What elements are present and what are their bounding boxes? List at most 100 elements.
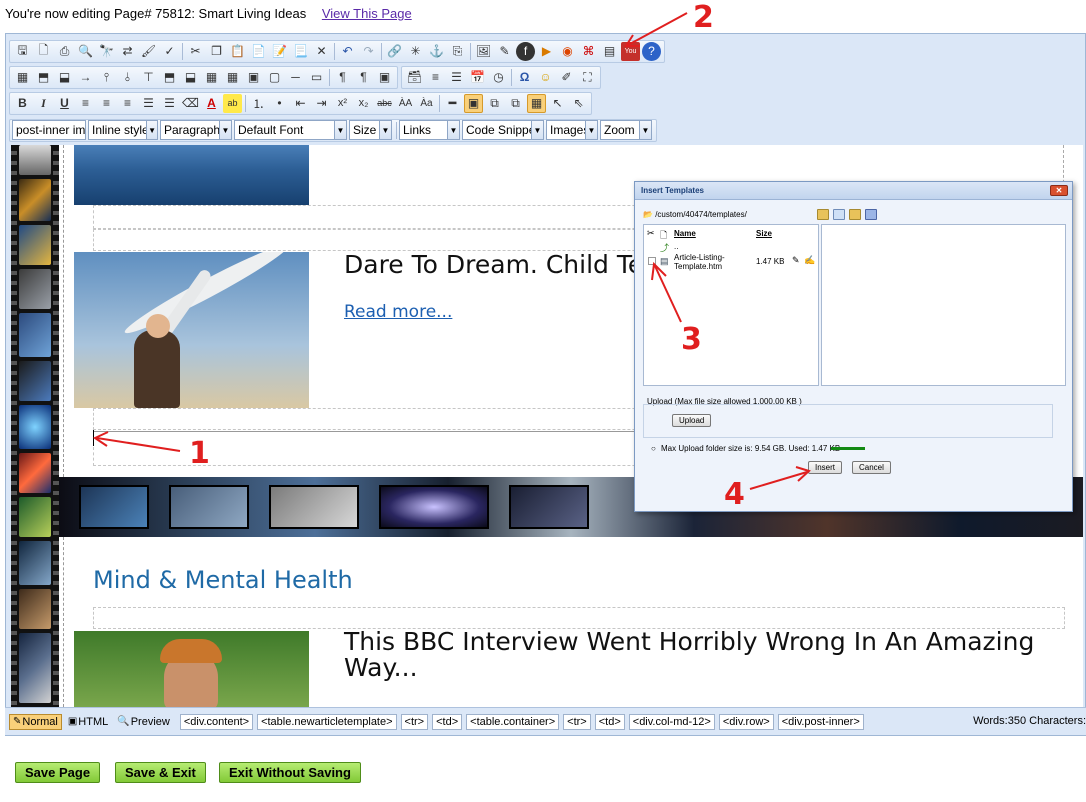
view-page-link[interactable]: View This Page — [322, 6, 412, 21]
zoom-dropdown[interactable]: Zoom ▼ — [600, 120, 652, 140]
select-cursor-icon[interactable]: ↖ — [548, 94, 567, 113]
uppercase-icon[interactable]: ÀA — [396, 94, 415, 113]
paste-text-icon[interactable]: 📄 — [249, 42, 268, 61]
tag-path-item[interactable]: <table.newarticletemplate> — [257, 713, 397, 730]
column-name-header[interactable]: Name — [674, 229, 696, 238]
size-dropdown[interactable]: Size ▼ — [349, 120, 392, 140]
cell-props-icon[interactable]: ▣ — [244, 68, 263, 87]
emoticon-icon[interactable]: ☺ — [536, 68, 555, 87]
new-page-icon[interactable]: 🗋 — [34, 42, 53, 61]
underline-button[interactable]: U — [55, 94, 74, 113]
empty-block[interactable] — [93, 607, 1065, 629]
paragraph-dropdown[interactable]: Paragraph ▼ — [160, 120, 232, 140]
insert-form-icon[interactable]: 🗃 — [405, 68, 424, 87]
align-left-icon[interactable]: ≡ — [76, 94, 95, 113]
help-icon[interactable]: ? — [642, 41, 661, 61]
numbered-list-icon[interactable]: ⒈ — [249, 94, 268, 113]
save-icon[interactable]: 🖫 — [13, 42, 32, 61]
tag-path-item[interactable]: <div.post-inner> — [777, 713, 864, 730]
bold-button[interactable]: B — [13, 94, 32, 113]
time-icon[interactable]: ◷ — [489, 68, 508, 87]
indent-icon[interactable]: ⇥ — [312, 94, 331, 113]
insert-col-before-icon[interactable]: ⫯ — [97, 68, 116, 87]
align-full-icon[interactable]: ☰ — [160, 94, 179, 113]
copy-file-icon[interactable] — [833, 209, 845, 220]
images-dropdown[interactable]: Images▼ — [546, 120, 598, 140]
delete-col-icon[interactable]: ⊤ — [139, 68, 158, 87]
ocean-image[interactable] — [74, 145, 309, 205]
highlight-color-icon[interactable]: ab — [223, 93, 242, 113]
print-icon[interactable]: ⎙ — [55, 42, 74, 61]
bring-forward-icon[interactable]: ⧉ — [485, 94, 504, 113]
horizontal-rule-icon[interactable]: ━ — [443, 94, 462, 113]
code-icon[interactable]: ✐ — [557, 68, 576, 87]
flash-icon[interactable]: f — [516, 41, 535, 61]
ltr-icon[interactable]: ¶ — [333, 68, 352, 87]
cut-icon[interactable]: ✂ — [186, 42, 205, 61]
tag-path-item[interactable]: <div.col-md-12> — [628, 713, 715, 730]
exit-without-saving-button[interactable]: Exit Without Saving — [219, 762, 361, 783]
tag-path-item[interactable]: <td> — [432, 713, 463, 730]
strikethrough-icon[interactable]: abc — [375, 94, 394, 113]
pointer-icon[interactable]: ⇖ — [569, 94, 588, 113]
replace-icon[interactable]: ⇄ — [118, 42, 137, 61]
upload-button[interactable]: Upload — [672, 414, 712, 427]
edit-file-icon[interactable]: ✎ — [792, 255, 800, 266]
font-color-icon[interactable]: A — [202, 94, 221, 113]
delete-icon[interactable]: ✕ — [312, 42, 331, 61]
row-props-icon[interactable]: ▢ — [265, 68, 284, 87]
outdent-icon[interactable]: ⇤ — [291, 94, 310, 113]
align-right-icon[interactable]: ≡ — [118, 94, 137, 113]
cell-align-icon[interactable]: ▭ — [307, 68, 326, 87]
delete-cell-icon[interactable]: ⬓ — [181, 68, 200, 87]
spellcheck-icon[interactable]: ✓ — [160, 42, 179, 61]
format-painter-icon[interactable]: 🖌 — [139, 42, 158, 61]
find-icon[interactable]: 🔭 — [97, 42, 116, 61]
rename-file-icon[interactable]: ✍ — [804, 255, 815, 266]
insert-cell-icon[interactable]: ⬒ — [160, 68, 179, 87]
edit-image-icon[interactable]: ✎ — [495, 42, 514, 61]
guidelines-icon[interactable]: ▦ — [527, 93, 546, 113]
youtube-play-icon[interactable]: ◉ — [558, 42, 577, 61]
align-center-icon[interactable]: ≡ — [97, 94, 116, 113]
tag-path-item[interactable]: <div.content> — [179, 713, 254, 730]
mode-normal-tab[interactable]: ✎ Normal — [9, 713, 62, 730]
insert-button[interactable]: Insert — [808, 461, 843, 474]
youtube-icon[interactable]: You — [621, 41, 640, 61]
inline-style-dropdown[interactable]: Inline style ▼ — [88, 120, 158, 140]
font-dropdown[interactable]: Default Font ▼ — [234, 120, 347, 140]
read-more-link[interactable]: Read more... — [344, 302, 452, 322]
mode-html-tab[interactable]: ▣ HTML — [65, 715, 111, 729]
tag-path-item[interactable]: <tr> — [400, 713, 429, 730]
date-icon[interactable]: 📅 — [468, 68, 487, 87]
move-file-icon[interactable] — [849, 209, 861, 220]
template-icon[interactable]: ▤ — [600, 42, 619, 61]
boy-glider-image[interactable] — [74, 252, 309, 408]
align-justify-icon[interactable]: ☰ — [139, 94, 158, 113]
folder-up-icon[interactable]: ⤴ — [660, 241, 669, 254]
image-icon[interactable]: 🖼 — [474, 42, 493, 61]
tag-path-item[interactable]: <div.row> — [718, 713, 774, 730]
cancel-button[interactable]: Cancel — [852, 461, 891, 474]
split-cell-icon[interactable]: ▦ — [223, 68, 242, 87]
paste-word-icon[interactable]: 📝 — [270, 42, 289, 61]
cut-icon[interactable]: ✂ — [647, 228, 655, 239]
redo-icon[interactable]: ↷ — [359, 42, 378, 61]
tag-path-item[interactable]: <table.container> — [466, 713, 560, 730]
insert-col-after-icon[interactable]: ⫰ — [118, 68, 137, 87]
table-props-icon[interactable]: ─ — [286, 68, 305, 87]
anchor-icon[interactable]: ⚓ — [427, 42, 446, 61]
tag-path-item[interactable]: <td> — [594, 713, 625, 730]
parent-dir-label[interactable]: .. — [674, 242, 678, 251]
monk-image[interactable] — [74, 631, 309, 707]
absolute-position-icon[interactable]: ▣ — [375, 68, 394, 87]
link-icon[interactable]: 🔗 — [385, 42, 404, 61]
rtl-icon[interactable]: ¶ — [354, 68, 373, 87]
copy-icon[interactable]: ❐ — [207, 42, 226, 61]
bullet-list-icon[interactable]: • — [270, 94, 289, 113]
insert-row-before-icon[interactable]: ⬒ — [34, 68, 53, 87]
file-checkbox[interactable] — [648, 257, 656, 265]
delete-row-icon[interactable]: → — [76, 68, 95, 87]
paste-html-icon[interactable]: 📃 — [291, 42, 310, 61]
new-folder-icon[interactable] — [817, 209, 829, 220]
